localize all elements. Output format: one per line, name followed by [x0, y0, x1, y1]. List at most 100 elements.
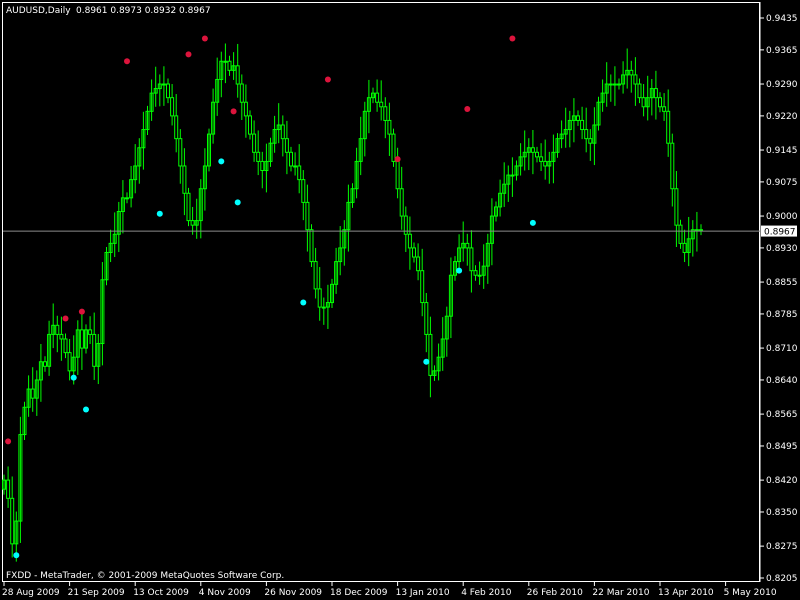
candle-body	[43, 361, 47, 367]
time-tick-label: 5 May 2010	[724, 588, 777, 598]
candle-body	[313, 261, 318, 290]
time-tick-label: 4 Nov 2009	[199, 588, 251, 598]
time-tick-label: 26 Nov 2009	[264, 588, 322, 598]
candle-body	[699, 229, 703, 232]
candle-body	[674, 188, 679, 226]
candle-body	[293, 165, 298, 168]
candle-body	[59, 333, 64, 340]
price-tick-label: 0.9075	[766, 178, 798, 188]
price-tick-label: 0.8710	[766, 344, 798, 354]
fractal-up-marker	[62, 315, 69, 322]
candle-body	[641, 97, 646, 108]
price-tick-label: 0.8785	[766, 310, 798, 320]
time-tick-label: 21 Sep 2009	[68, 588, 125, 598]
candle-body	[260, 160, 265, 172]
candle-body	[186, 192, 191, 222]
candle-body	[88, 329, 93, 335]
candle-body	[678, 224, 683, 244]
candle-body	[280, 124, 285, 140]
price-tick-label: 0.8855	[766, 278, 798, 288]
candle-body	[6, 479, 11, 499]
candle-body	[223, 60, 228, 63]
fractal-up-marker	[185, 51, 192, 58]
fractal-down-marker	[156, 210, 163, 217]
price-tick-label: 0.9000	[766, 212, 798, 222]
fractal-up-marker	[464, 106, 471, 113]
candle-body	[477, 274, 482, 277]
candle-body	[391, 133, 396, 162]
candle-body	[653, 88, 658, 99]
candle-body	[633, 74, 638, 85]
fractal-up-marker	[230, 108, 237, 115]
candle-body	[535, 151, 539, 158]
current-price-tag-text: 0.8967	[764, 228, 796, 238]
price-tick-label: 0.8565	[766, 410, 798, 420]
price-tick-label: 0.8275	[766, 542, 798, 552]
candle-body	[305, 201, 310, 231]
candle-body	[670, 142, 675, 190]
candle-body	[92, 333, 97, 367]
candlestick-chart: 0.9435 0.9365 0.9290 0.9220 0.9145 0.9075 0.90…	[0, 0, 800, 600]
candle-body	[235, 65, 240, 85]
price-tick-label: 0.9220	[766, 112, 798, 122]
candle-body	[580, 119, 585, 131]
fractal-down-marker	[83, 406, 89, 413]
price-tick-label: 0.8350	[766, 508, 798, 518]
candle-body	[125, 197, 129, 200]
candle-body	[174, 115, 179, 140]
time-tick-label: 13 Jan 2010	[396, 588, 450, 598]
candle-body	[252, 133, 257, 153]
chart-background	[0, 0, 800, 600]
time-tick-label: 28 Aug 2009	[2, 588, 60, 598]
candle-body	[658, 97, 662, 108]
fractal-up-marker	[509, 35, 516, 42]
time-tick-label: 26 Feb 2010	[527, 588, 583, 598]
chart-copyright-label: FXDD - MetaTrader, © 2001-2009 MetaQuote…	[6, 571, 284, 581]
candle-body	[375, 92, 380, 103]
candle-body	[383, 106, 388, 121]
fractal-down-marker	[423, 358, 430, 365]
candle-body	[428, 333, 433, 376]
time-tick-label: 13 Oct 2009	[133, 588, 189, 598]
candle-body	[55, 324, 60, 335]
fractal-down-marker	[13, 552, 20, 559]
candle-body	[387, 119, 392, 135]
current-price-tag: 0.8967	[761, 225, 797, 238]
time-tick-label: 13 Apr 2010	[658, 588, 714, 598]
time-tick-label: 4 Feb 2010	[461, 588, 512, 598]
candle-body	[612, 83, 617, 86]
candle-body	[694, 229, 699, 232]
time-tick-label: 22 Mar 2010	[592, 588, 649, 598]
candle-body	[465, 242, 470, 249]
fractal-down-marker	[300, 299, 307, 306]
candle-body	[301, 179, 306, 203]
price-tick-label: 0.8205	[766, 574, 798, 584]
candle-body	[67, 352, 72, 372]
candle-body	[469, 247, 474, 272]
fractal-up-marker	[324, 76, 331, 83]
candle-body	[248, 115, 252, 135]
candle-body	[473, 270, 478, 276]
candle-body	[289, 151, 293, 167]
candle-body	[79, 329, 84, 349]
candle-body	[510, 174, 515, 177]
candle-body	[662, 106, 667, 112]
candle-body	[416, 256, 421, 272]
candle-body	[182, 165, 187, 194]
price-tick-label: 0.8495	[766, 442, 798, 452]
fractal-down-marker	[234, 199, 241, 206]
candle-body	[584, 129, 589, 140]
candle-body	[284, 138, 289, 153]
fractal-down-marker	[529, 219, 536, 226]
price-tick-label: 0.9365	[766, 46, 798, 56]
candle-body	[576, 115, 580, 121]
candle-body	[317, 288, 322, 308]
candle-body	[608, 83, 613, 86]
price-tick-label: 0.8420	[766, 476, 798, 486]
candle-body	[424, 302, 429, 335]
price-tick-label: 0.9145	[766, 146, 798, 156]
candle-body	[412, 247, 416, 258]
candle-body	[407, 233, 412, 249]
candle-body	[420, 270, 425, 304]
candle-body	[588, 138, 593, 144]
